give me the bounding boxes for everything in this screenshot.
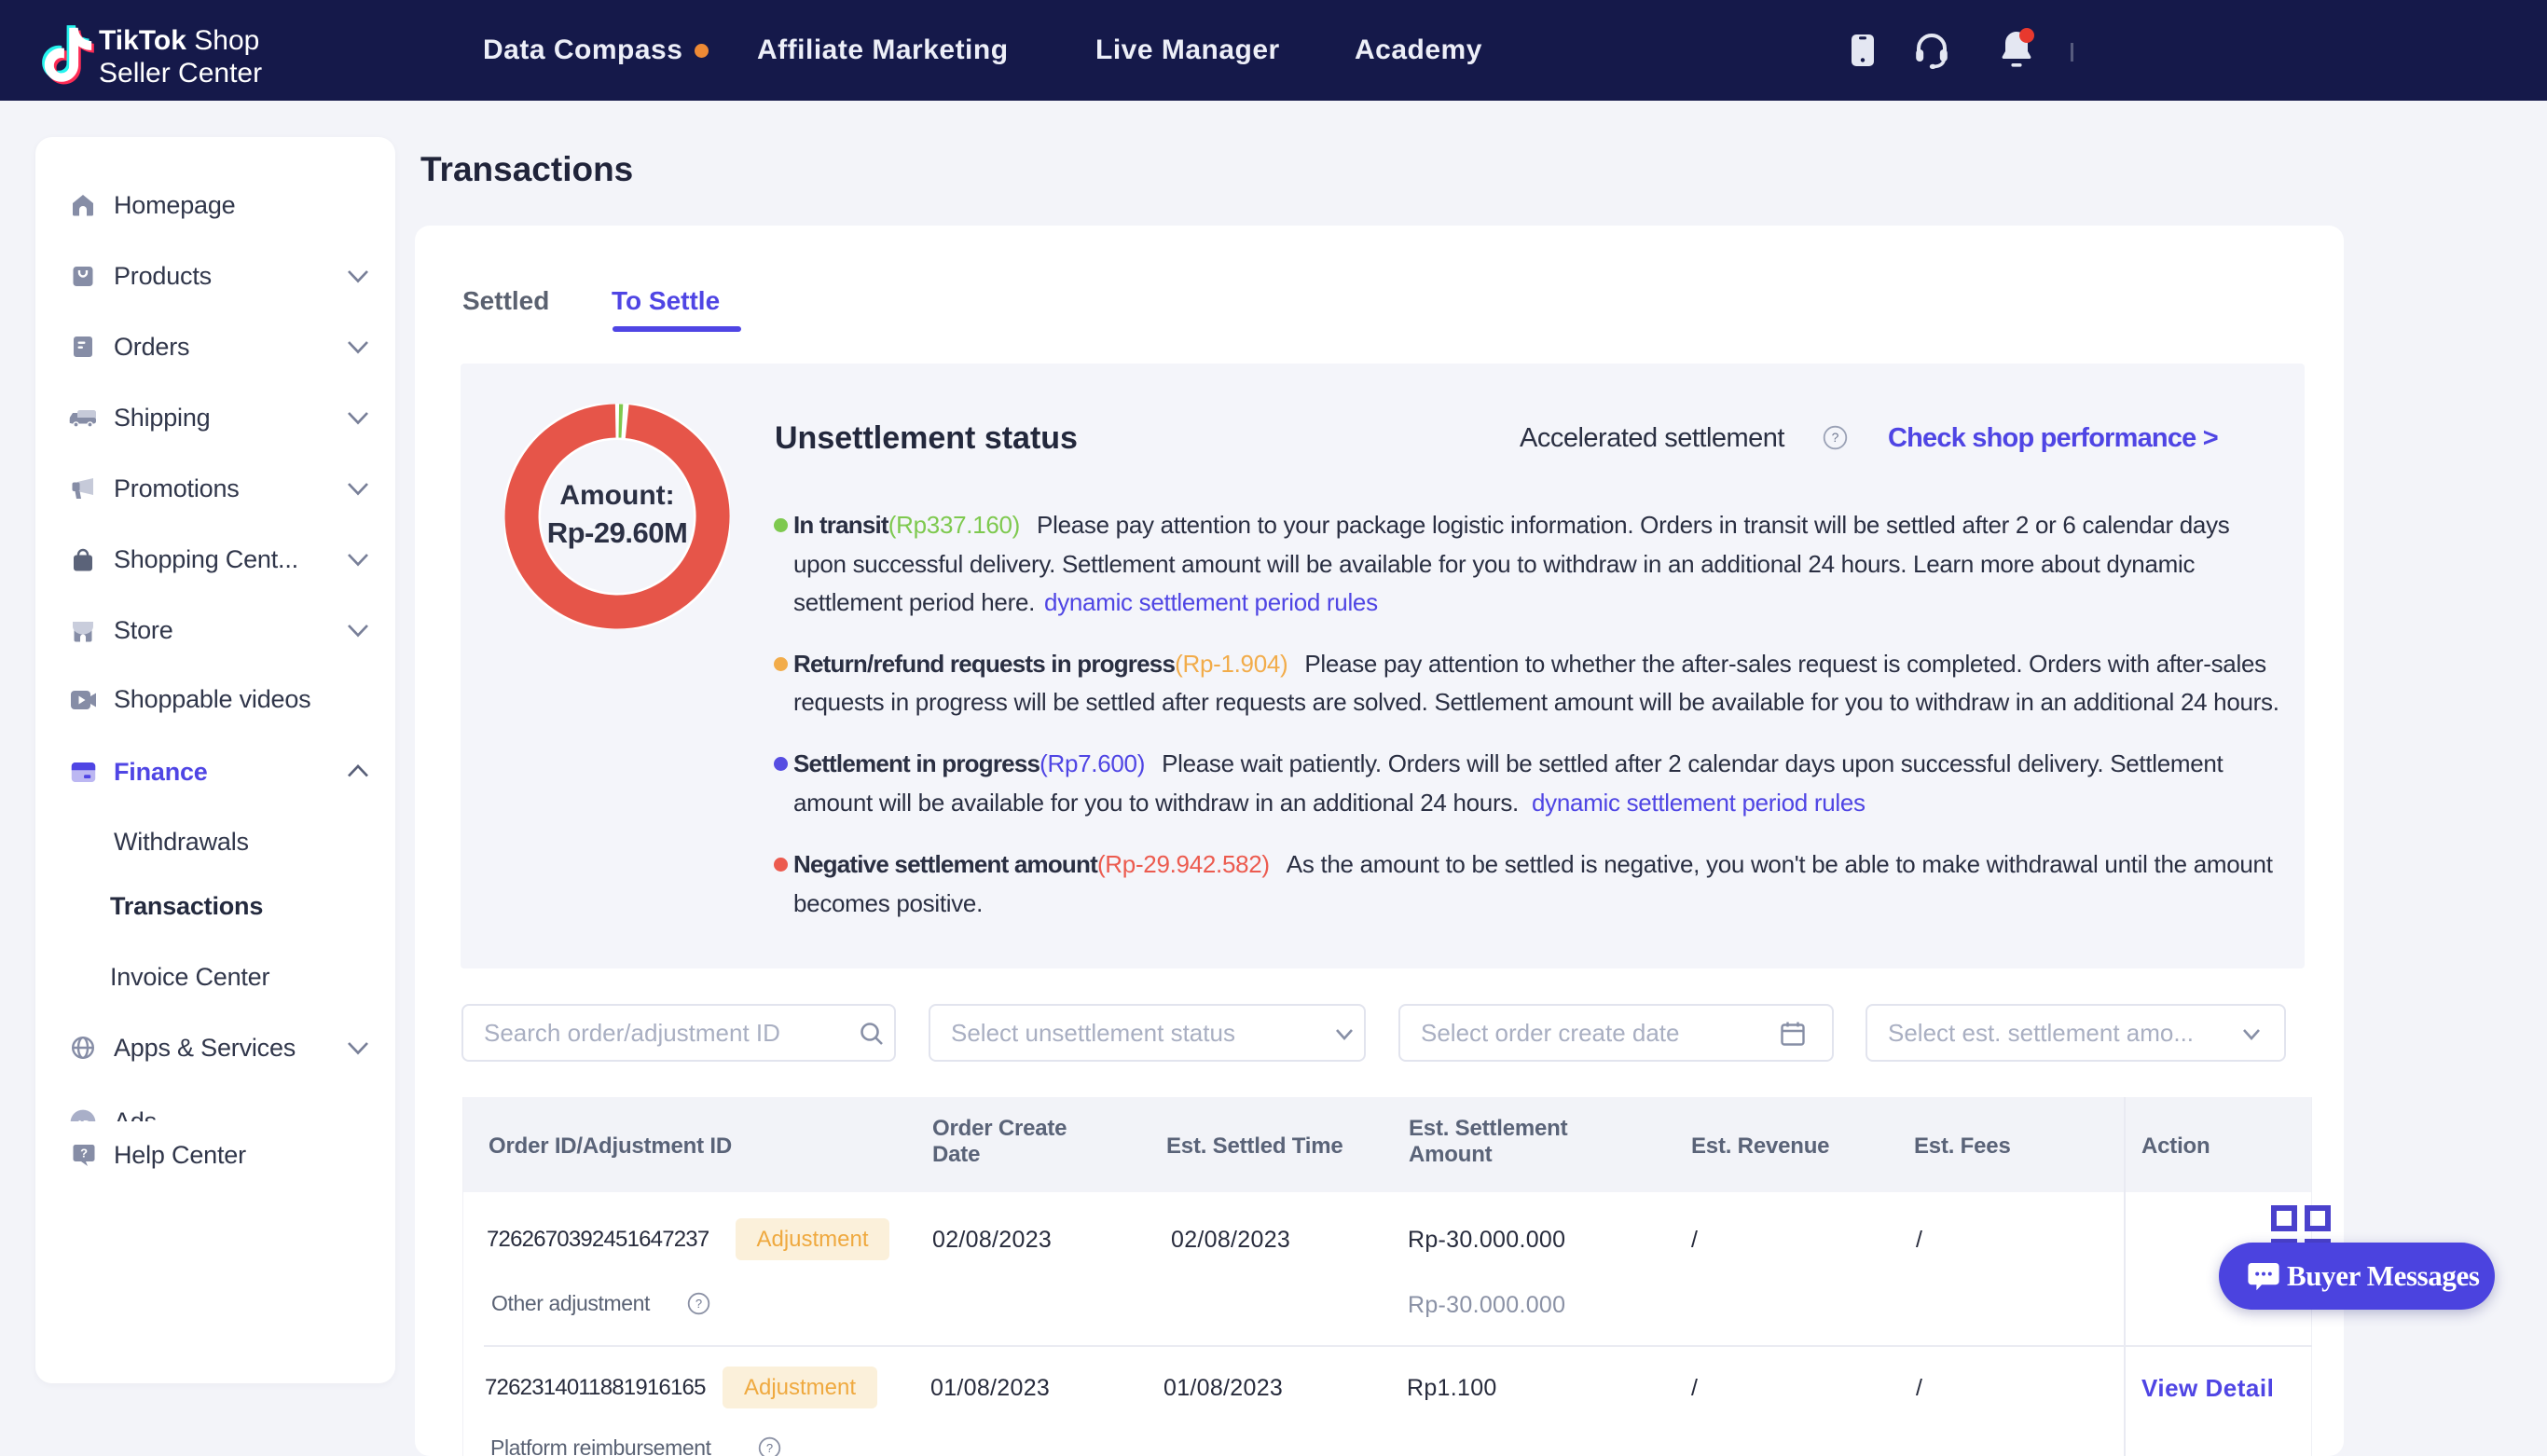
- svg-text:?: ?: [80, 1147, 88, 1161]
- svg-text:?: ?: [695, 1297, 702, 1311]
- svg-text:?: ?: [766, 1441, 773, 1455]
- svg-text:?: ?: [1832, 430, 1839, 445]
